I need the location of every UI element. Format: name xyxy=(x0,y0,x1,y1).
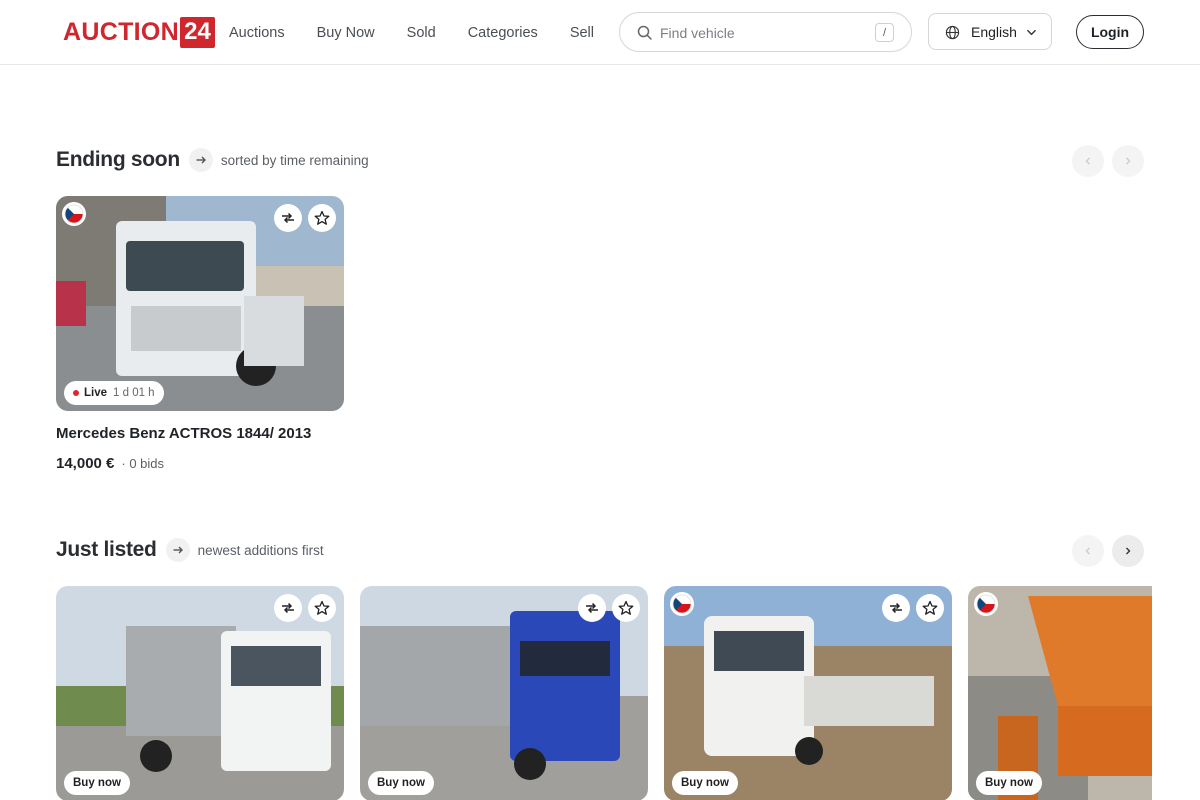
nav-auctions[interactable]: Auctions xyxy=(229,25,285,41)
buy-now-badge: Buy now xyxy=(64,771,130,795)
carousel-controls xyxy=(1064,145,1144,177)
carousel-next-button[interactable] xyxy=(1112,145,1144,177)
search-box[interactable]: / xyxy=(619,12,912,52)
compare-button[interactable] xyxy=(274,594,302,622)
vehicle-photo[interactable]: Buy now xyxy=(56,586,344,800)
listing-card[interactable]: Buy now xyxy=(968,586,1152,800)
badge-text: Buy now xyxy=(377,777,425,789)
czech-flag-icon xyxy=(62,202,86,226)
buy-now-badge: Buy now xyxy=(976,771,1042,795)
compare-button[interactable] xyxy=(274,204,302,232)
watchlist-button[interactable] xyxy=(308,204,336,232)
search-shortcut-key: / xyxy=(875,23,894,42)
compare-button[interactable] xyxy=(578,594,606,622)
carousel-prev-button[interactable] xyxy=(1072,145,1104,177)
star-icon xyxy=(922,600,938,615)
badge-text: Buy now xyxy=(73,777,121,789)
listing-card[interactable]: Buy now xyxy=(56,586,344,800)
vehicle-photo[interactable]: Buy now xyxy=(664,586,952,800)
nav-sold[interactable]: Sold xyxy=(407,25,436,41)
section-subtitle: sorted by time remaining xyxy=(220,152,369,168)
login-button[interactable]: Login xyxy=(1076,15,1144,49)
vehicle-photo[interactable]: Buy now xyxy=(360,586,648,800)
watchlist-button[interactable] xyxy=(612,594,640,622)
compare-arrows-icon xyxy=(282,602,294,614)
section-title[interactable]: Ending soon xyxy=(56,148,180,172)
star-icon xyxy=(618,600,634,615)
truck-photo xyxy=(360,586,648,800)
czech-flag-icon xyxy=(670,592,694,616)
vehicle-title[interactable]: Mercedes Benz ACTROS 1844/ 2013 xyxy=(56,425,344,442)
top-header: AUCTION 24 Auctions Buy Now Sold Categor… xyxy=(0,0,1200,65)
time-remaining: 1 d 01 h xyxy=(113,387,155,399)
equipment-photo xyxy=(968,586,1152,800)
carousel-next-button[interactable] xyxy=(1112,535,1144,567)
current-price: 14,000 € xyxy=(56,455,115,472)
main-nav: Auctions Buy Now Sold Categories Sell xyxy=(229,0,626,65)
star-icon xyxy=(314,600,330,615)
listing-card[interactable]: Buy now xyxy=(664,586,952,800)
compare-arrows-icon xyxy=(890,602,902,614)
search-icon xyxy=(637,25,652,40)
bid-count: · 0 bids xyxy=(121,456,165,471)
chevron-down-icon xyxy=(1027,29,1036,36)
truck-photo xyxy=(56,586,344,800)
buy-now-badge: Buy now xyxy=(368,771,434,795)
buy-now-badge: Buy now xyxy=(672,771,738,795)
logo-word: AUCTION xyxy=(63,18,179,46)
price-row: 14,000 € · 0 bids xyxy=(56,455,344,472)
ending-soon-header: Ending soon sorted by time remaining xyxy=(56,145,1144,177)
compare-arrows-icon xyxy=(282,212,294,224)
live-status-badge: Live 1 d 01 h xyxy=(64,381,164,405)
badge-text: Buy now xyxy=(681,777,729,789)
nav-categories[interactable]: Categories xyxy=(468,25,538,41)
van-photo xyxy=(664,586,952,800)
vehicle-photo[interactable]: Buy now xyxy=(968,586,1152,800)
language-selector[interactable]: English xyxy=(928,13,1052,50)
czech-flag-icon xyxy=(974,592,998,616)
listing-card[interactable]: Buy now xyxy=(360,586,648,800)
live-dot-icon xyxy=(73,390,79,396)
watchlist-button[interactable] xyxy=(308,594,336,622)
logo-number: 24 xyxy=(179,16,215,48)
auction-card[interactable]: Live 1 d 01 h Mercedes Benz ACTROS 1844/… xyxy=(56,196,344,472)
nav-sell[interactable]: Sell xyxy=(570,25,594,41)
star-icon xyxy=(314,210,330,225)
compare-arrows-icon xyxy=(586,602,598,614)
language-label: English xyxy=(971,24,1017,40)
watchlist-button[interactable] xyxy=(916,594,944,622)
truck-photo xyxy=(56,196,344,411)
arrow-right-icon[interactable] xyxy=(188,148,213,172)
search-input[interactable] xyxy=(660,22,860,44)
status-text: Live xyxy=(84,387,108,399)
nav-buy-now[interactable]: Buy Now xyxy=(317,25,375,41)
globe-icon xyxy=(945,25,960,40)
vehicle-photo[interactable]: Live 1 d 01 h xyxy=(56,196,344,411)
badge-text: Buy now xyxy=(985,777,1033,789)
carousel-controls xyxy=(1064,535,1144,567)
section-subtitle: newest additions first xyxy=(197,542,324,558)
arrow-right-icon[interactable] xyxy=(165,538,190,562)
just-listed-header: Just listed newest additions first xyxy=(56,535,1144,567)
section-title[interactable]: Just listed xyxy=(56,538,157,562)
auction24-logo[interactable]: AUCTION 24 xyxy=(63,16,215,48)
carousel-prev-button[interactable] xyxy=(1072,535,1104,567)
compare-button[interactable] xyxy=(882,594,910,622)
